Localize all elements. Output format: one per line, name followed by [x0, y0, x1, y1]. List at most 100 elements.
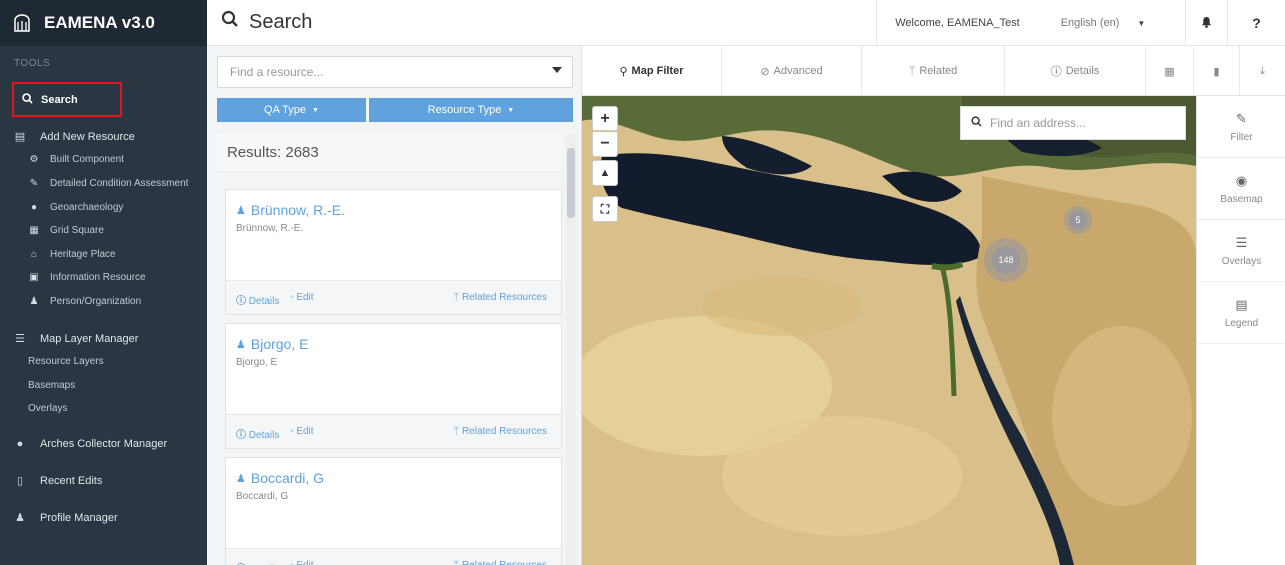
related-resources-link[interactable]: ᛘ Related Resources [453, 426, 547, 437]
branch-icon: ᛘ [453, 426, 460, 437]
map-cluster[interactable]: 148 [984, 238, 1028, 282]
address-search-input[interactable]: Find an address... [960, 106, 1186, 140]
result-actions: ⓘ Details ◦ Edit ᛘ Related Resources [226, 280, 561, 314]
language-select[interactable]: English (en) ▼ [1038, 0, 1168, 46]
bookmark-button[interactable]: ▮ [1194, 46, 1240, 96]
details-link[interactable]: ⓘ Details [236, 426, 279, 441]
fullscreen-button[interactable]: ⛶ [592, 196, 618, 222]
overlays-button[interactable]: ☰ Overlays [1197, 220, 1285, 282]
edit-icon: ◦ [290, 426, 294, 437]
users-icon: ♟ [236, 338, 246, 351]
caret-down-icon: ▼ [312, 106, 319, 114]
sidebar-item-detailed-condition-assessment[interactable]: ✎ Detailed Condition Assessment [28, 178, 189, 189]
compass-icon: ▲ [599, 167, 611, 179]
search-icon [22, 92, 33, 107]
brand-header[interactable]: EAMENA v3.0 [0, 0, 207, 46]
grid-icon: ▦ [29, 225, 39, 236]
map-view[interactable]: + − ▲ ⛶ Find an address... 148 5 [582, 96, 1196, 565]
tab-label: Advanced [773, 65, 823, 77]
result-subtitle: Boccardi, G [236, 491, 289, 502]
tab-related[interactable]: ᛘ Related [862, 46, 1005, 96]
result-title[interactable]: ♟ Boccardi, G [236, 470, 324, 486]
edit-link[interactable]: ◦ Edit [290, 426, 314, 437]
tab-map-filter[interactable]: ⚲ Map Filter [582, 46, 722, 96]
legend-button[interactable]: ▤ Legend [1197, 282, 1285, 344]
compass-button[interactable]: ▲ [592, 160, 618, 186]
language-label: English (en) [1060, 17, 1120, 29]
fullscreen-icon: ⛶ [600, 201, 610, 216]
tab-advanced[interactable]: ⊘ Advanced [722, 46, 862, 96]
edit-label: Edit [296, 560, 313, 565]
zoom-in-button[interactable]: + [592, 106, 618, 131]
file-icon: ▤ [14, 131, 26, 143]
tab-label: Details [1065, 65, 1100, 77]
sidebar-item-resource-layers[interactable]: Resource Layers [28, 356, 104, 367]
sidebar-item-label: Profile Manager [40, 511, 118, 524]
sidebar-item-heritage-place[interactable]: ⌂ Heritage Place [28, 249, 116, 260]
export-button[interactable]: ⤓ [1240, 46, 1285, 96]
sidebar-item-arches-collector-manager[interactable]: ● Arches Collector Manager [14, 438, 168, 450]
map-cluster[interactable]: 5 [1064, 206, 1092, 234]
sidebar-item-label: Recent Edits [40, 474, 103, 487]
sidebar-item-person-organization[interactable]: ♟ Person/Organization [28, 296, 142, 307]
edit-link[interactable]: ◦ Edit [290, 560, 314, 565]
branch-icon: ᛘ [453, 560, 459, 565]
sidebar-item-grid-square[interactable]: ▦ Grid Square [28, 225, 104, 236]
help-button[interactable]: ? [1227, 0, 1285, 46]
sidebar-item-add-new-resource[interactable]: ▤ Add New Resource [14, 130, 135, 144]
side-label: Legend [1224, 317, 1259, 329]
notifications-button[interactable] [1185, 0, 1227, 46]
edit-icon: ◦ [290, 560, 294, 565]
cluster-inner: 148 [992, 246, 1020, 274]
welcome-user[interactable]: Welcome, EAMENA_Test [876, 0, 1038, 46]
details-link[interactable]: ⓘ Details [236, 560, 279, 565]
sidebar: EAMENA v3.0 TOOLS Search ▤ Add New Resou… [0, 0, 207, 565]
edit-link[interactable]: ◦ Edit [290, 292, 314, 303]
sidebar-item-label: Search [41, 93, 78, 106]
related-resources-link[interactable]: ᛘ Related Resources [453, 292, 547, 303]
sidebar-item-recent-edits[interactable]: ▯ Recent Edits [14, 474, 103, 488]
basemap-button[interactable]: ◉ Basemap [1197, 158, 1285, 220]
institution-icon: ⌂ [30, 249, 38, 260]
caret-down-icon: ▼ [1137, 18, 1146, 28]
map-side-panel: ✎ Filter ◉ Basemap ☰ Overlays ▤ Legend [1196, 96, 1285, 565]
result-card[interactable]: ♟ Boccardi, G Boccardi, G ⓘ Details ◦ Ed… [225, 457, 562, 565]
caret-down-icon: ▼ [507, 106, 515, 114]
zoom-out-button[interactable]: − [592, 132, 618, 157]
sidebar-item-information-resource[interactable]: ▣ Information Resource [28, 272, 145, 283]
sidebar-item-profile-manager[interactable]: ♟ Profile Manager [14, 511, 118, 525]
tab-details[interactable]: ⓘ Details [1005, 46, 1146, 96]
sidebar-item-label: Add New Resource [40, 130, 135, 143]
result-card[interactable]: ♟ Brünnow, R.-E. Brünnow, R.-E. ⓘ Detail… [225, 189, 562, 315]
side-label: Basemap [1220, 193, 1263, 205]
sidebar-item-label: Arches Collector Manager [40, 438, 168, 450]
result-title[interactable]: ♟ Bjorgo, E [236, 336, 308, 352]
calendar-button[interactable]: ▦ [1146, 46, 1194, 96]
result-title[interactable]: ♟ Brünnow, R.-E. [236, 202, 345, 218]
satellite-map [582, 96, 1196, 565]
results-count: Results: 2683 [217, 134, 561, 172]
list-icon: ☰ [15, 333, 25, 345]
sidebar-item-search[interactable]: Search [12, 82, 122, 117]
info-icon: ⓘ [1050, 66, 1062, 78]
branch-icon: ᛘ [453, 292, 460, 303]
legend-icon: ▤ [1235, 296, 1248, 312]
results-scrollbar[interactable] [566, 134, 576, 565]
globe-icon: ◉ [1235, 172, 1248, 188]
related-resources-link[interactable]: ᛘ Related Resources [453, 560, 547, 565]
resource-search-input[interactable]: Find a resource... [217, 56, 573, 88]
filter-button[interactable]: ✎ Filter [1197, 96, 1285, 158]
result-card[interactable]: ♟ Bjorgo, E Bjorgo, E ⓘ Details ◦ Edit ᛘ… [225, 323, 562, 449]
sidebar-item-geoarchaeology[interactable]: ● Geoarchaeology [28, 202, 123, 213]
scrollbar-thumb[interactable] [567, 148, 575, 218]
result-title-text: Boccardi, G [250, 470, 325, 486]
qa-type-filter-button[interactable]: QA Type ▼ [217, 98, 366, 122]
details-link[interactable]: ⓘ Details [236, 292, 279, 307]
check-circle-icon: ⊘ [760, 65, 770, 78]
result-actions: ⓘ Details ◦ Edit ᛘ Related Resources [226, 414, 561, 448]
sidebar-item-map-layer-manager[interactable]: ☰ Map Layer Manager [14, 332, 138, 346]
resource-type-filter-button[interactable]: Resource Type ▼ [369, 98, 573, 122]
sidebar-item-built-component[interactable]: ⚙ Built Component [28, 154, 124, 165]
sidebar-item-basemaps[interactable]: Basemaps [28, 380, 75, 391]
sidebar-item-overlays[interactable]: Overlays [28, 403, 67, 414]
